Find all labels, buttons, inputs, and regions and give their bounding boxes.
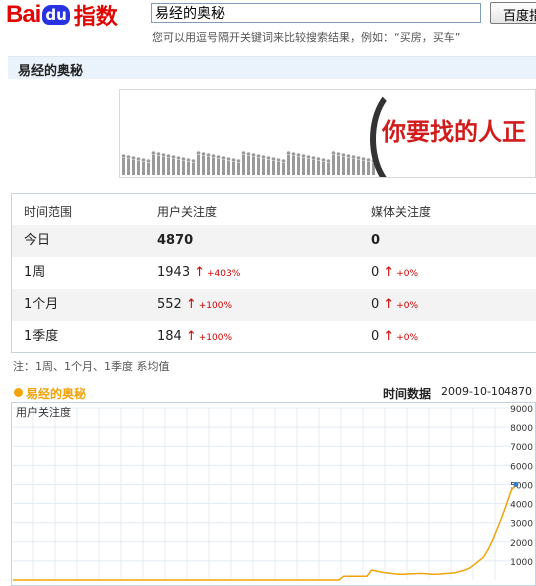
table-row: 1个月 552 ↑ +100% 0 ↑ +0% [12,289,536,321]
up-arrow-icon: ↑ [194,265,205,280]
search-hint: 您可以用逗号隔开关键词来比较搜索结果，例如：“买房，买车” [152,31,461,44]
header-media-attention: 媒体关注度 [371,205,432,219]
row-media-value: 0 ↑ +0% [371,265,419,280]
series-last-point [513,481,519,487]
row-user-value: 1943 ↑ +403% [157,265,241,280]
banner-headline: 你要找的人正 [382,118,526,146]
row-range: 1季度 [24,329,59,344]
keyword-title: 易经的奥秘 [18,64,84,79]
y-tick-label: 9000 [510,405,533,415]
legend-dot-icon [14,388,23,397]
row-range: 今日 [24,233,51,248]
row-media-value: 0 [371,233,381,248]
average-note: 注：1周、1个月、1季度 系均值 [13,360,170,373]
y-tick-label: 4000 [510,501,533,511]
chart-frame [11,402,536,586]
trend-line-chart[interactable]: 100020003000400050006000700080009000用户关注… [11,402,536,586]
chart-header: 易经的奥秘 时间数据 2009-10-10 4870 [13,385,533,401]
table-row: 今日 4870 0 [12,225,536,257]
y-tick-label: 2000 [510,539,533,549]
table-row: 1周 1943 ↑ +403% 0 ↑ +0% [12,257,536,289]
time-data-value: 4870 [504,385,532,398]
logo-text-index: 指数 [73,4,118,30]
y-tick-label: 3000 [510,520,533,530]
baidu-index-logo[interactable]: Bai du 指数 [6,1,118,30]
row-media-value: 0 ↑ +0% [371,297,419,312]
attention-stats-table: 时间范围 用户关注度 媒体关注度 今日 4870 0 1周 1943 ↑ +403%… [11,193,536,353]
media-change: +0% [396,301,419,311]
search-input[interactable] [151,3,481,23]
y-tick-label: 7000 [510,443,533,453]
row-range: 1个月 [24,297,59,312]
media-change: +0% [396,333,419,343]
table-row: 1季度 184 ↑ +100% 0 ↑ +0% [12,321,536,353]
up-arrow-icon: ↑ [383,329,395,344]
time-data-date: 2009-10-10 [441,385,505,398]
keyword-title-bar: 易经的奥秘 [8,56,536,79]
row-media-value: 0 ↑ +0% [371,329,419,344]
row-user-value: 4870 [157,233,194,248]
row-user-value: 184 ↑ +100% [157,329,233,344]
logo-paw-du: du [42,5,70,25]
y-tick-label: 8000 [510,424,533,434]
logo-text-bai: Bai [6,1,41,28]
y-tick-label: 6000 [510,462,533,472]
user-change: +100% [198,333,233,343]
up-arrow-icon: ↑ [383,265,395,280]
legend-series-name[interactable]: 易经的奥秘 [26,385,86,402]
banner-ad[interactable]: 你要找的人正 [119,89,536,178]
time-data-label: 时间数据 [383,387,432,401]
up-arrow-icon: ↑ [185,297,197,312]
table-header-row: 时间范围 用户关注度 媒体关注度 [12,196,536,228]
y-tick-label: 1000 [510,558,533,568]
up-arrow-icon: ↑ [383,297,395,312]
y-axis-label: 用户关注度 [16,405,71,419]
media-change: +0% [396,269,419,279]
row-range: 1周 [24,265,46,280]
row-user-value: 552 ↑ +100% [157,297,233,312]
header-user-attention: 用户关注度 [157,205,218,219]
user-change: +403% [207,269,241,279]
user-change: +100% [198,301,233,311]
header-time-range: 时间范围 [24,205,73,219]
up-arrow-icon: ↑ [185,329,197,344]
search-button[interactable]: 百度指 [490,2,536,24]
